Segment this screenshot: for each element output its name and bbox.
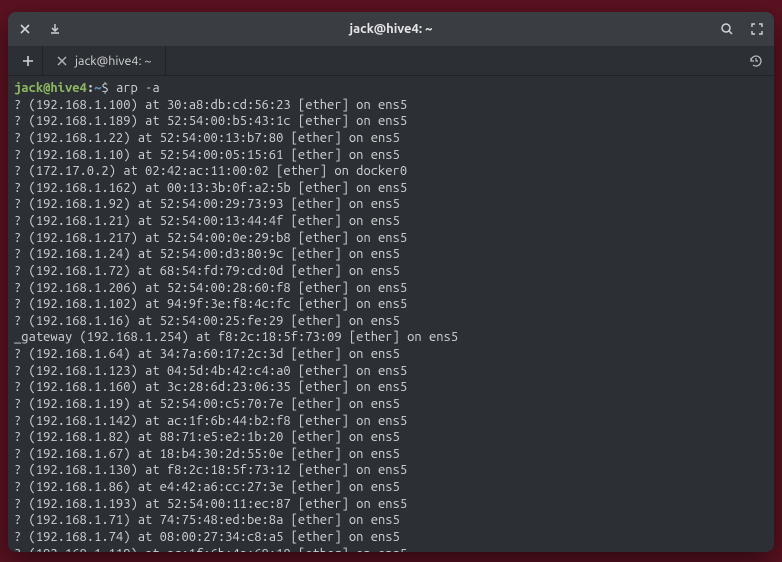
- arp-entry: ? (192.168.1.10) at 52:54:00:05:15:61 [e…: [14, 147, 768, 164]
- terminal-window: jack@hive4: ~ jack@hive4: ~ jack@hive4:~…: [8, 12, 774, 552]
- arp-entry: ? (192.168.1.160) at 3c:28:6d:23:06:35 […: [14, 379, 768, 396]
- arp-entry: ? (192.168.1.130) at f8:2c:18:5f:73:12 […: [14, 462, 768, 479]
- arp-entry: ? (192.168.1.92) at 52:54:00:29:73:93 [e…: [14, 196, 768, 213]
- close-icon[interactable]: [18, 22, 32, 36]
- arp-entry: ? (192.168.1.24) at 52:54:00:d3:80:9c [e…: [14, 246, 768, 263]
- arp-entry: ? (192.168.1.189) at 52:54:00:b5:43:1c […: [14, 113, 768, 130]
- arp-entry: ? (192.168.1.100) at 30:a8:db:cd:56:23 […: [14, 97, 768, 114]
- search-icon[interactable]: [720, 22, 734, 36]
- arp-entry: ? (172.17.0.2) at 02:42:ac:11:00:02 [eth…: [14, 163, 768, 180]
- history-icon[interactable]: [738, 46, 774, 75]
- tabbar: jack@hive4: ~: [8, 46, 774, 76]
- tab-label: jack@hive4: ~: [75, 54, 151, 68]
- arp-entry: ? (192.168.1.142) at ac:1f:6b:44:b2:f8 […: [14, 413, 768, 430]
- arp-entry: ? (192.168.1.217) at 52:54:00:0e:29:b8 […: [14, 230, 768, 247]
- terminal-output[interactable]: jack@hive4:~$ arp -a? (192.168.1.100) at…: [8, 76, 774, 552]
- arp-entry: ? (192.168.1.119) at ac:1f:6b:4a:68:18 […: [14, 546, 768, 553]
- prompt-line: jack@hive4:~$ arp -a: [14, 80, 768, 97]
- arp-entry: ? (192.168.1.82) at 88:71:e5:e2:1b:20 [e…: [14, 429, 768, 446]
- titlebar: jack@hive4: ~: [8, 12, 774, 46]
- arp-entry: ? (192.168.1.71) at 74:75:48:ed:be:8a [e…: [14, 512, 768, 529]
- arp-entry: ? (192.168.1.22) at 52:54:00:13:b7:80 [e…: [14, 130, 768, 147]
- arp-entry: ? (192.168.1.193) at 52:54:00:11:ec:87 […: [14, 496, 768, 513]
- tab-close-icon[interactable]: [57, 56, 67, 66]
- arp-entry: ? (192.168.1.162) at 00:13:3b:0f:a2:5b […: [14, 180, 768, 197]
- new-tab-button[interactable]: [14, 46, 42, 75]
- fullscreen-icon[interactable]: [750, 22, 764, 36]
- arp-entry: _gateway (192.168.1.254) at f8:2c:18:5f:…: [14, 329, 768, 346]
- command-text: arp -a: [116, 81, 160, 95]
- arp-entry: ? (192.168.1.21) at 52:54:00:13:44:4f [e…: [14, 213, 768, 230]
- arp-entry: ? (192.168.1.16) at 52:54:00:25:fe:29 [e…: [14, 313, 768, 330]
- arp-entry: ? (192.168.1.72) at 68:54:fd:79:cd:0d [e…: [14, 263, 768, 280]
- download-icon[interactable]: [48, 22, 62, 36]
- arp-entry: ? (192.168.1.67) at 18:b4:30:2d:55:0e [e…: [14, 446, 768, 463]
- arp-entry: ? (192.168.1.102) at 94:9f:3e:f8:4c:fc […: [14, 296, 768, 313]
- arp-entry: ? (192.168.1.74) at 08:00:27:34:c8:a5 [e…: [14, 529, 768, 546]
- tab-terminal[interactable]: jack@hive4: ~: [42, 46, 166, 75]
- arp-entry: ? (192.168.1.86) at e4:42:a6:cc:27:3e [e…: [14, 479, 768, 496]
- arp-entry: ? (192.168.1.64) at 34:7a:60:17:2c:3d [e…: [14, 346, 768, 363]
- arp-entry: ? (192.168.1.19) at 52:54:00:c5:70:7e [e…: [14, 396, 768, 413]
- window-title: jack@hive4: ~: [350, 22, 433, 36]
- arp-entry: ? (192.168.1.206) at 52:54:00:28:60:f8 […: [14, 280, 768, 297]
- arp-entry: ? (192.168.1.123) at 04:5d:4b:42:c4:a0 […: [14, 363, 768, 380]
